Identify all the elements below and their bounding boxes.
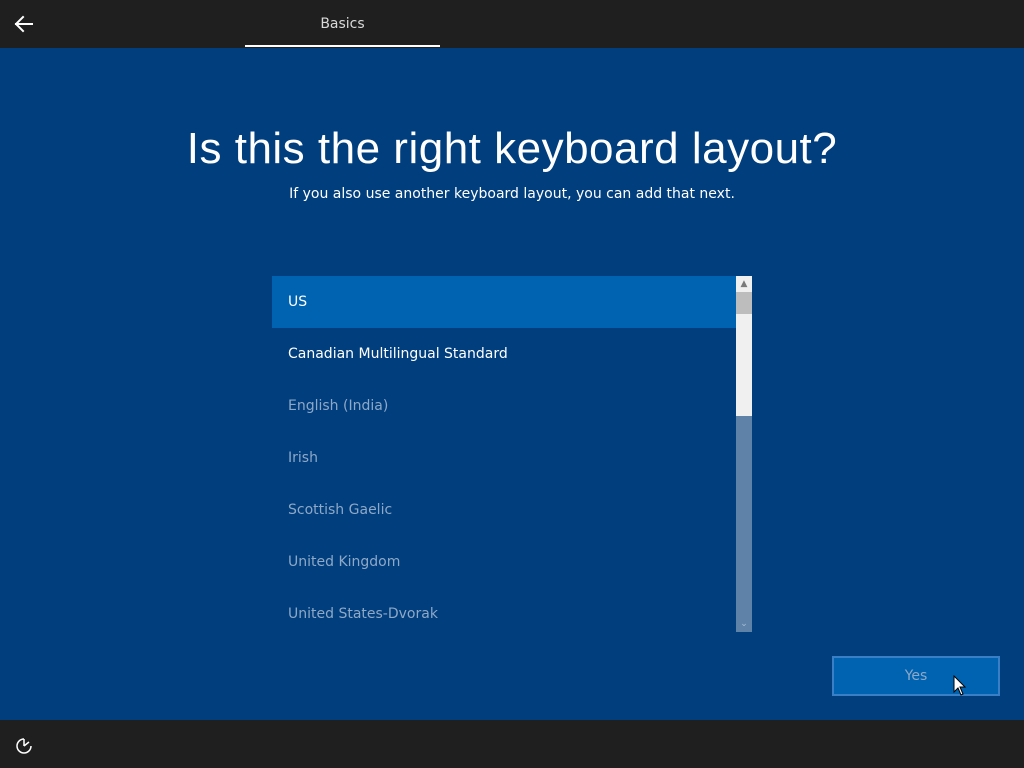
list-item-us[interactable]: US [272, 276, 736, 328]
scrollbar-thumb[interactable] [736, 292, 752, 416]
page-title: Is this the right keyboard layout? [186, 124, 838, 173]
main-content: Is this the right keyboard layout? If yo… [0, 48, 1024, 720]
scroll-down-arrow-icon[interactable]: ⌄ [736, 616, 752, 632]
ease-of-access-button[interactable] [14, 736, 34, 756]
ease-of-access-icon [16, 738, 32, 754]
scrollbar-thumb-grip [736, 292, 752, 314]
bottom-bar [0, 720, 1024, 768]
list-item-irish[interactable]: Irish [272, 432, 736, 484]
page-subtitle: If you also use another keyboard layout,… [289, 186, 735, 202]
list-item-canadian-multilingual-standard[interactable]: Canadian Multilingual Standard [272, 328, 736, 380]
list-item-united-states-dvorak[interactable]: United States-Dvorak [272, 588, 736, 632]
top-bar: Basics [0, 0, 1024, 48]
back-button[interactable] [10, 10, 38, 38]
tab-basics[interactable]: Basics [245, 0, 440, 48]
keyboard-layout-list[interactable]: US Canadian Multilingual Standard Englis… [272, 276, 752, 632]
list-item-scottish-gaelic[interactable]: Scottish Gaelic [272, 484, 736, 536]
back-arrow-icon [14, 15, 33, 33]
tab-active-indicator [245, 45, 440, 47]
scroll-up-arrow-icon[interactable]: ▲ [736, 276, 752, 292]
list-scrollbar[interactable]: ▲ ⌄ [736, 276, 752, 632]
mouse-cursor-icon [953, 675, 967, 696]
list-item-united-kingdom[interactable]: United Kingdom [272, 536, 736, 588]
yes-button[interactable]: Yes [832, 656, 1000, 696]
list-item-english-india[interactable]: English (India) [272, 380, 736, 432]
